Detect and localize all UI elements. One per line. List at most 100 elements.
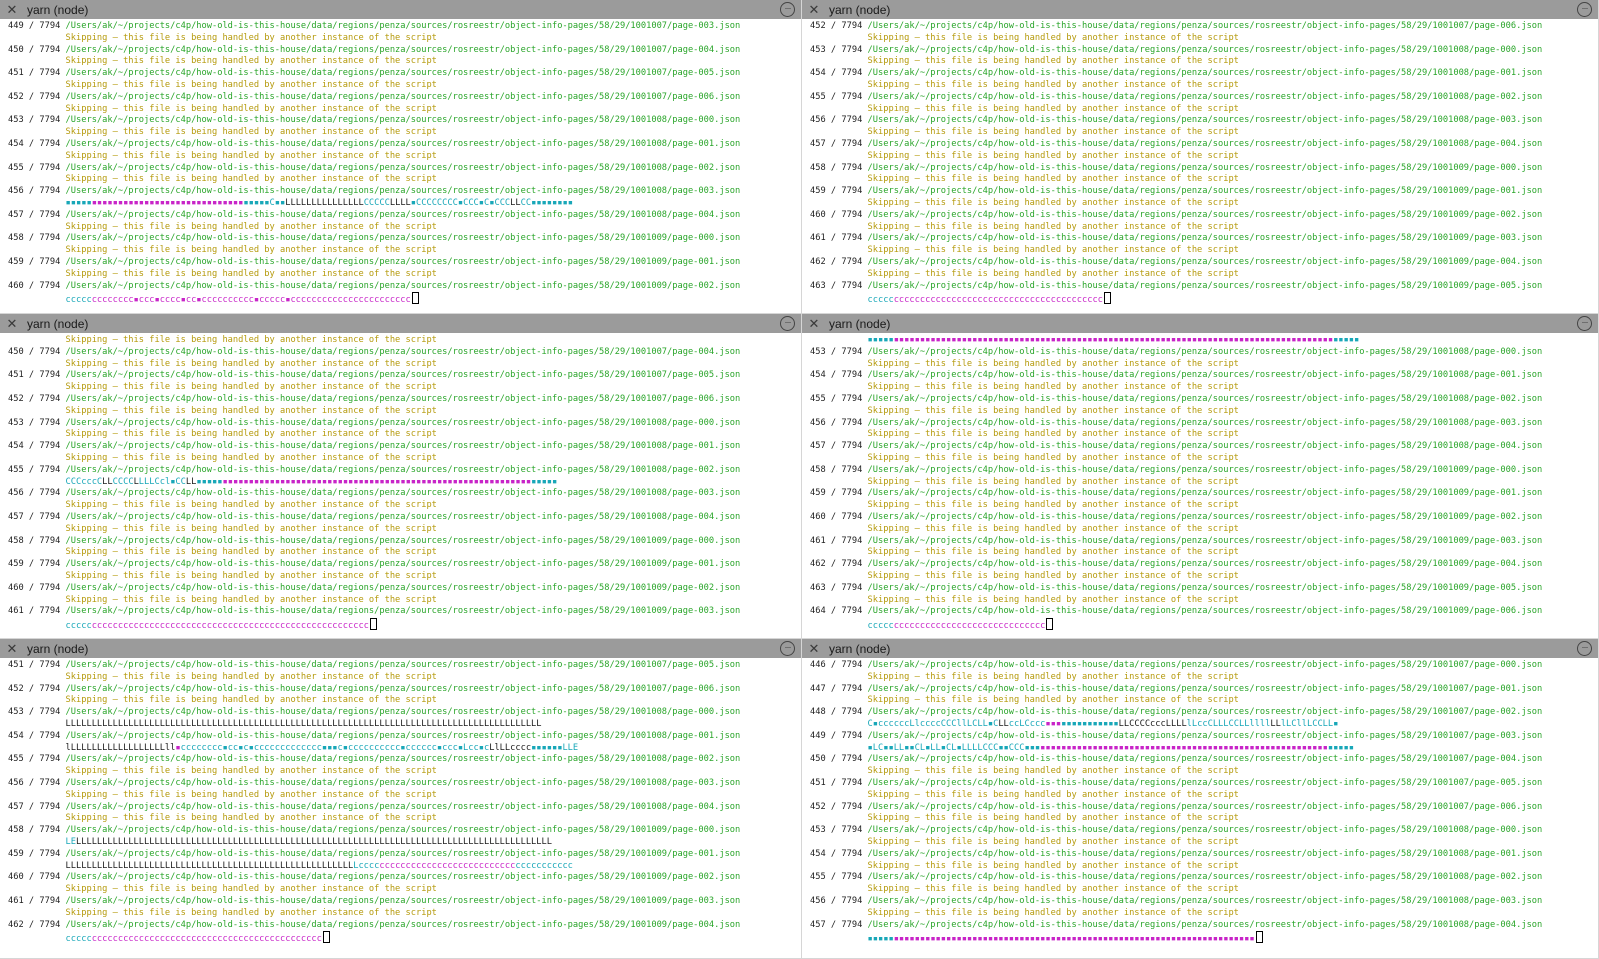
progress-counter: 455 / 7794 <box>8 754 61 765</box>
file-path: /Users/ak/~/projects/c4p/how-old-is-this… <box>867 370 1543 381</box>
skip-text: Skipping – this file is being handled by… <box>65 671 437 682</box>
file-path: /Users/ak/~/projects/c4p/how-old-is-this… <box>867 582 1543 593</box>
close-icon[interactable]: ✕ <box>3 641 21 657</box>
progress-counter: 456 / 7794 <box>810 895 863 906</box>
progress-glyphs: LLLL <box>1165 718 1187 729</box>
terminal-pane[interactable]: ✕ yarn (node) ··· 452 / 7794 /Users/ak/~… <box>802 0 1599 314</box>
log-entry: 456 / 7794 /Users/ak/~/projects/c4p/how-… <box>8 778 801 790</box>
skip-message: Skipping – this file is being handled by… <box>8 695 801 707</box>
ellipsis-icon[interactable]: ··· <box>780 2 795 17</box>
skip-text: Skipping – this file is being handled by… <box>65 429 437 440</box>
skip-text: Skipping – this file is being handled by… <box>65 268 437 279</box>
progress-counter: 460 / 7794 <box>810 209 863 220</box>
terminal-output[interactable]: 446 / 7794 /Users/ak/~/projects/c4p/how-… <box>802 658 1598 944</box>
skip-message: Skipping – this file is being handled by… <box>8 571 801 583</box>
terminal-pane[interactable]: ✕ yarn (node) ··· 451 / 7794 /Users/ak/~… <box>0 639 802 959</box>
pane-title: yarn (node) <box>829 2 891 17</box>
file-path: /Users/ak/~/projects/c4p/how-old-is-this… <box>867 138 1543 149</box>
skip-text: Skipping – this file is being handled by… <box>867 789 1239 800</box>
log-entry: 461 / 7794 /Users/ak/~/projects/c4p/how-… <box>810 233 1598 245</box>
terminal-output[interactable]: 452 / 7794 /Users/ak/~/projects/c4p/how-… <box>802 19 1598 306</box>
skip-text: Skipping – this file is being handled by… <box>867 671 1239 682</box>
progress-glyphs: ccccc <box>65 295 92 306</box>
pane-title: yarn (node) <box>829 316 891 331</box>
progress-glyphs: ▪▪▪▪▪ <box>65 197 92 208</box>
progress-counter: 453 / 7794 <box>8 417 61 428</box>
file-path: /Users/ak/~/projects/c4p/how-old-is-this… <box>65 559 741 570</box>
terminal-cursor <box>1103 292 1111 305</box>
skip-message: Skipping – this file is being handled by… <box>810 672 1598 684</box>
terminal-output[interactable]: Skipping – this file is being handled by… <box>0 333 801 632</box>
terminal-pane[interactable]: ✕ yarn (node) ··· Skipping – this file i… <box>0 314 802 639</box>
skip-text: Skipping – this file is being handled by… <box>65 174 437 185</box>
progress-glyphs: cccccccccccccccccccccccccccccccccccccccc… <box>91 621 369 632</box>
progress-glyphs: ▪▪▪▪▪ <box>1327 742 1354 753</box>
terminal-output[interactable]: ▪▪▪▪▪▪▪▪▪▪▪▪▪▪▪▪▪▪▪▪▪▪▪▪▪▪▪▪▪▪▪▪▪▪▪▪▪▪▪▪… <box>802 333 1598 631</box>
progress-glyphs: LLLL <box>389 197 411 208</box>
progress-glitch-line: CCCcccCLLCCCCLLLLCcl▪CCLL▪▪▪▪▪▪▪▪▪▪▪▪▪▪▪… <box>8 477 801 489</box>
close-icon[interactable]: ✕ <box>805 641 823 657</box>
terminal-cursor <box>411 292 419 305</box>
file-path: /Users/ak/~/projects/c4p/how-old-is-this… <box>867 441 1543 452</box>
log-entry: 453 / 7794 /Users/ak/~/projects/c4p/how-… <box>8 418 801 430</box>
file-path: /Users/ak/~/projects/c4p/how-old-is-this… <box>65 895 741 906</box>
log-entry: 456 / 7794 /Users/ak/~/projects/c4p/how-… <box>810 896 1598 908</box>
file-path: /Users/ak/~/projects/c4p/how-old-is-this… <box>65 801 741 812</box>
skip-message: Skipping – this file is being handled by… <box>8 547 801 559</box>
progress-counter: 452 / 7794 <box>8 683 61 694</box>
progress-glyphs: CC▪▪▪▪▪▪▪▪ <box>520 197 573 208</box>
ellipsis-icon[interactable]: ··· <box>780 316 795 331</box>
progress-counter: 455 / 7794 <box>810 91 863 102</box>
progress-glitch-line: ccccccccccccc▪ccc▪cccc▪cc▪cccccccccc▪ccc… <box>8 292 801 306</box>
close-icon[interactable]: ✕ <box>805 316 823 332</box>
file-path: /Users/ak/~/projects/c4p/how-old-is-this… <box>65 582 741 593</box>
terminal-cursor <box>1046 618 1054 631</box>
log-entry: 455 / 7794 /Users/ak/~/projects/c4p/how-… <box>810 394 1598 406</box>
progress-glyphs: ▪▪▪▪▪▪▪▪▪▪▪▪▪▪▪▪▪▪▪▪▪▪▪▪▪▪▪▪▪▪▪▪▪▪▪▪▪▪▪▪… <box>222 476 532 487</box>
file-path: /Users/ak/~/projects/c4p/how-old-is-this… <box>867 209 1543 220</box>
file-path: /Users/ak/~/projects/c4p/how-old-is-this… <box>867 233 1543 244</box>
progress-glyphs: cccccccccccccccccccccccccccccccccccccccc <box>893 295 1103 306</box>
log-entry: 449 / 7794 /Users/ak/~/projects/c4p/how-… <box>8 21 801 33</box>
file-path: /Users/ak/~/projects/c4p/how-old-is-this… <box>867 660 1543 670</box>
progress-glyphs: LL <box>102 476 113 487</box>
progress-counter: 449 / 7794 <box>810 730 863 741</box>
skip-text: Skipping – this file is being handled by… <box>867 268 1239 279</box>
progress-counter: 454 / 7794 <box>810 848 863 859</box>
pane-titlebar: ✕ yarn (node) ··· <box>802 639 1598 658</box>
log-entry: 451 / 7794 /Users/ak/~/projects/c4p/how-… <box>8 68 801 80</box>
progress-counter: 459 / 7794 <box>810 186 863 197</box>
skip-text: Skipping – this file is being handled by… <box>867 382 1239 393</box>
terminal-output[interactable]: 449 / 7794 /Users/ak/~/projects/c4p/how-… <box>0 19 801 306</box>
close-icon[interactable]: ✕ <box>805 2 823 18</box>
file-path: /Users/ak/~/projects/c4p/how-old-is-this… <box>867 280 1543 291</box>
progress-counter: 455 / 7794 <box>8 162 61 173</box>
ellipsis-icon[interactable]: ··· <box>1577 316 1592 331</box>
file-path: /Users/ak/~/projects/c4p/how-old-is-this… <box>867 919 1543 930</box>
skip-message: Skipping – this file is being handled by… <box>8 174 801 186</box>
file-path: /Users/ak/~/projects/c4p/how-old-is-this… <box>867 683 1543 694</box>
file-path: /Users/ak/~/projects/c4p/how-old-is-this… <box>65 346 741 357</box>
log-entry: 463 / 7794 /Users/ak/~/projects/c4p/how-… <box>810 583 1598 595</box>
log-entry: 451 / 7794 /Users/ak/~/projects/c4p/how-… <box>810 778 1598 790</box>
ellipsis-icon[interactable]: ··· <box>780 641 795 656</box>
file-path: /Users/ak/~/projects/c4p/how-old-is-this… <box>867 825 1543 836</box>
progress-glyphs: ▪▪▪▪▪▪▪▪▪▪▪ <box>1061 718 1119 729</box>
progress-counter: 461 / 7794 <box>8 895 61 906</box>
skip-text: Skipping – this file is being handled by… <box>65 335 437 345</box>
terminal-pane[interactable]: ✕ yarn (node) ··· ▪▪▪▪▪▪▪▪▪▪▪▪▪▪▪▪▪▪▪▪▪▪… <box>802 314 1599 639</box>
file-path: /Users/ak/~/projects/c4p/how-old-is-this… <box>867 730 1543 741</box>
progress-counter: 458 / 7794 <box>8 233 61 244</box>
ellipsis-icon[interactable]: ··· <box>1577 2 1592 17</box>
file-path: /Users/ak/~/projects/c4p/how-old-is-this… <box>65 21 741 31</box>
terminal-pane[interactable]: ✕ yarn (node) ··· 446 / 7794 /Users/ak/~… <box>802 639 1599 959</box>
log-entry: 463 / 7794 /Users/ak/~/projects/c4p/how-… <box>810 281 1598 293</box>
terminal-pane[interactable]: ✕ yarn (node) ··· 449 / 7794 /Users/ak/~… <box>0 0 802 314</box>
terminal-output[interactable]: 451 / 7794 /Users/ak/~/projects/c4p/how-… <box>0 658 801 945</box>
close-icon[interactable]: ✕ <box>3 2 21 18</box>
log-entry: 452 / 7794 /Users/ak/~/projects/c4p/how-… <box>810 802 1598 814</box>
ellipsis-icon[interactable]: ··· <box>1577 641 1592 656</box>
progress-glyphs: ccccc <box>65 934 92 945</box>
close-icon[interactable]: ✕ <box>3 316 21 332</box>
file-path: /Users/ak/~/projects/c4p/how-old-is-this… <box>65 393 741 404</box>
